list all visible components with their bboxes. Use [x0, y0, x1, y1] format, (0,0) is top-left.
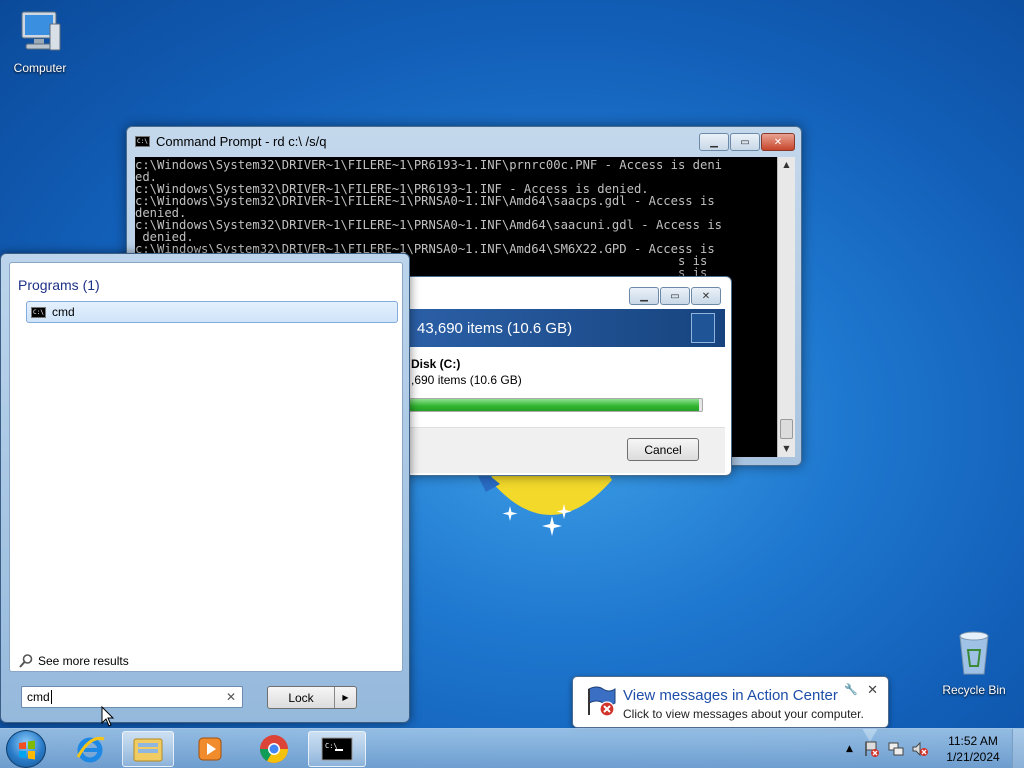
search-input-value: cmd	[27, 690, 50, 704]
taskbar: C:\ ▲ 11:52 AM 1/21/2024	[0, 728, 1024, 768]
text-caret	[50, 690, 52, 704]
progress-header: 43,690 items (10.6 GB)	[409, 309, 725, 347]
minimize-icon: ▁	[710, 136, 718, 148]
delete-progress-dialog[interactable]: ▁ ▭ ✕ 43,690 items (10.6 GB) Disk (C:) ,…	[398, 276, 732, 476]
clock-date: 1/21/2024	[946, 750, 1000, 764]
recycle-bin-desktop-icon[interactable]: Recycle Bin	[936, 628, 1012, 697]
power-options-arrow-icon[interactable]: ▶	[334, 687, 356, 708]
scroll-thumb[interactable]	[780, 419, 793, 439]
action-center-tray-icon[interactable]	[863, 740, 881, 758]
maximize-icon: ▭	[670, 290, 680, 302]
programs-heading: Programs (1)	[18, 277, 100, 293]
balloon-title[interactable]: View messages in Action Center	[623, 687, 838, 704]
scroll-up-icon[interactable]: ▲	[778, 157, 795, 173]
show-desktop-button[interactable]	[1012, 729, 1024, 768]
recycle-bin-icon	[959, 631, 989, 675]
close-icon: ✕	[701, 290, 711, 302]
console-line: c:\Windows\System32\DRIVER~1\FILERE~1\PR…	[135, 218, 722, 232]
search-results-panel: Programs (1) C:\ cmd See more results	[9, 262, 403, 672]
see-more-label: See more results	[38, 654, 129, 668]
lock-button[interactable]: Lock ▶	[267, 686, 357, 709]
maximize-icon: ▭	[740, 136, 750, 148]
dialog-minimize-button[interactable]: ▁	[629, 287, 659, 305]
start-menu[interactable]: Programs (1) C:\ cmd See more results cm…	[0, 253, 410, 723]
cmd-window-icon: C:\	[135, 135, 150, 147]
svg-text:C:\: C:\	[325, 742, 338, 750]
balloon-message: Click to view messages about your comput…	[623, 707, 864, 721]
minimize-button[interactable]: ▁	[699, 133, 729, 151]
maximize-button[interactable]: ▭	[730, 133, 760, 151]
minimize-icon: ▁	[640, 290, 648, 302]
computer-desktop-icon[interactable]: Computer	[2, 8, 78, 75]
windows-logo-icon	[19, 740, 35, 760]
cmd-window-title: Command Prompt - rd c:\ /s/q	[156, 133, 327, 149]
command-prompt-icon: C:\	[321, 737, 353, 761]
system-tray: ▲	[846, 729, 929, 768]
console-scrollbar[interactable]: ▲ ▼	[777, 157, 795, 457]
taskbar-clock[interactable]: 11:52 AM 1/21/2024	[940, 733, 1006, 765]
disk-label: Disk (C:)	[411, 357, 461, 371]
taskbar-chrome[interactable]	[248, 731, 300, 767]
taskbar-internet-explorer[interactable]	[64, 731, 116, 767]
chrome-icon	[260, 735, 288, 763]
clear-search-icon[interactable]: ✕	[226, 690, 236, 704]
computer-icon	[21, 11, 61, 51]
see-more-results-link[interactable]: See more results	[18, 653, 129, 669]
cmd-program-icon: C:\	[31, 306, 46, 318]
progress-fill	[410, 399, 700, 411]
taskbar-media-player[interactable]	[184, 731, 236, 767]
console-line: c:\Windows\System32\DRIVER~1\FILERE~1\PR…	[135, 158, 722, 172]
close-icon: ✕	[773, 136, 783, 148]
magnifier-icon	[19, 654, 33, 668]
lock-label: Lock	[288, 690, 314, 705]
media-player-icon	[198, 737, 222, 761]
dialog-close-button[interactable]: ✕	[691, 287, 721, 305]
search-result-label: cmd	[52, 305, 75, 319]
computer-label: Computer	[13, 61, 67, 75]
start-search-input[interactable]: cmd ✕	[21, 686, 243, 708]
folder-icon	[133, 738, 163, 762]
search-result-cmd[interactable]: C:\ cmd	[26, 301, 398, 323]
balloon-close-icon[interactable]: ✕	[867, 683, 878, 698]
clock-time: 11:52 AM	[948, 734, 998, 748]
settings-wrench-icon[interactable]: 🔧	[844, 683, 858, 696]
network-icon[interactable]	[887, 740, 905, 758]
progress-bar	[409, 398, 703, 412]
dialog-maximize-button[interactable]: ▭	[660, 287, 690, 305]
action-center-flag-icon	[588, 686, 616, 717]
show-hidden-icons-icon[interactable]: ▲	[846, 744, 853, 754]
start-button[interactable]	[6, 730, 46, 768]
item-count: ,690 items (10.6 GB)	[411, 373, 522, 387]
console-line: c:\Windows\System32\DRIVER~1\FILERE~1\PR…	[135, 194, 715, 208]
action-center-notification[interactable]: View messages in Action Center Click to …	[572, 676, 889, 742]
mouse-cursor-icon	[101, 706, 115, 727]
taskbar-command-prompt[interactable]: C:\	[308, 731, 366, 767]
recycle-bin-label: Recycle Bin	[942, 683, 1006, 697]
internet-explorer-icon	[76, 736, 105, 763]
cancel-button[interactable]: Cancel	[627, 438, 699, 461]
taskbar-file-explorer[interactable]	[122, 731, 174, 767]
volume-muted-icon[interactable]	[911, 740, 929, 758]
progress-header-text: 43,690 items (10.6 GB)	[417, 319, 573, 337]
progress-header-graphic	[691, 313, 715, 343]
close-button[interactable]: ✕	[761, 133, 795, 151]
scroll-down-icon[interactable]: ▼	[778, 441, 795, 457]
